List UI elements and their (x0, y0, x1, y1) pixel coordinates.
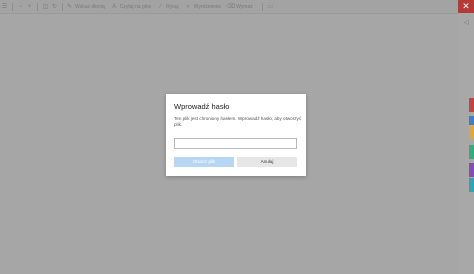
erase-icon: ⌫ (226, 4, 235, 10)
toolbar-erase-label: Wymaż (236, 3, 253, 10)
zoom-out-icon[interactable]: − (16, 2, 25, 12)
cancel-button[interactable]: Anuluj (237, 157, 297, 167)
pdf-viewer-window: ☰ − + ◫ ↻ ✎ Wskaż dłonią A Czytaj na gło… (0, 0, 474, 274)
side-tab-green[interactable] (469, 145, 474, 159)
ink-icon: ∕ (160, 3, 162, 10)
toolbar-divider (261, 2, 263, 11)
toolbar-read-aloud[interactable]: A Czytaj na głos (111, 2, 151, 12)
dialog-message: Ten plik jest chroniony hasłem. Wprowadź… (174, 116, 302, 127)
dialog-title: Wprowadź hasło (174, 102, 230, 111)
side-tab-orange[interactable] (469, 125, 474, 139)
toolbar-draw-label: Wskaż dłonią (75, 3, 105, 10)
toolbar-read-aloud-label: Czytaj na głos (119, 3, 152, 10)
open-file-button[interactable]: Otwórz plik (174, 157, 234, 167)
draw-icon: ✎ (66, 4, 73, 10)
password-input[interactable] (174, 138, 297, 149)
close-button[interactable]: ✕ (458, 0, 474, 13)
toolbar-erase[interactable]: ⌫ Wymaż (226, 2, 253, 12)
toolbar: ☰ − + ◫ ↻ ✎ Wskaż dłonią A Czytaj na gło… (0, 0, 458, 14)
text-icon: A (112, 3, 117, 10)
rotate-icon[interactable]: ↻ (50, 2, 59, 12)
toolbar-highlight[interactable]: ▿ Wyróżnienie (185, 2, 221, 12)
zoom-in-icon[interactable]: + (25, 2, 34, 12)
page-fit-icon[interactable]: ◫ (41, 2, 50, 12)
toolbar-divider (37, 2, 38, 11)
password-dialog: Wprowadź hasło Ten plik jest chroniony h… (166, 94, 306, 176)
menu-icon[interactable]: ☰ (0, 2, 9, 12)
highlight-icon: ▿ (186, 4, 190, 10)
side-tab-red[interactable] (469, 98, 474, 112)
toolbar-divider (12, 2, 13, 11)
toolbar-highlight-label: Wyróżnienie (193, 3, 222, 10)
collapse-panel-icon[interactable]: ◁ (462, 18, 470, 26)
toolbar-divider (62, 2, 63, 11)
toolbar-ink-label: Rysuj (166, 3, 179, 10)
toolbar-draw[interactable]: ✎ Wskaż dłonią (66, 2, 105, 12)
toolbar-ink[interactable]: ∕ Rysuj (157, 2, 179, 12)
side-tab-purple[interactable] (469, 163, 474, 177)
save-icon[interactable]: ▭ (266, 2, 275, 12)
side-tab-teal[interactable] (469, 178, 474, 192)
